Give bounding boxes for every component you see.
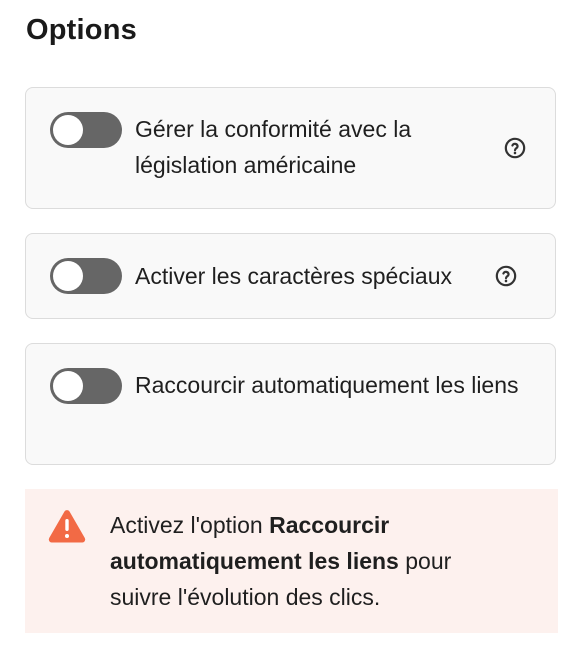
toggle-knob: [53, 261, 83, 291]
alert-text-before: Activez l'option: [110, 512, 270, 538]
page-title: Options: [26, 14, 137, 46]
toggle-knob: [53, 371, 83, 401]
toggle-knob: [53, 115, 83, 145]
us-compliance-toggle[interactable]: [50, 112, 122, 148]
auto-shorten-links-toggle[interactable]: [50, 368, 122, 404]
option-card-special-characters: Activer les caractères spéciaux: [25, 233, 556, 319]
us-compliance-label: Gérer la conformité avec la législation …: [135, 116, 412, 178]
alert-message: Activez l'option Raccourcir automatiquem…: [110, 507, 510, 615]
question-circle-icon[interactable]: [495, 265, 517, 287]
special-characters-toggle[interactable]: [50, 258, 122, 294]
option-card-us-compliance: Gérer la conformité avec la législation …: [25, 87, 556, 209]
warning-triangle-icon: [48, 510, 86, 543]
auto-shorten-links-label: Raccourcir automatiquement les liens: [135, 372, 519, 398]
info-alert: Activez l'option Raccourcir automatiquem…: [25, 489, 558, 633]
special-characters-label: Activer les caractères spéciaux: [135, 263, 453, 289]
option-card-auto-shorten-links: Raccourcir automatiquement les liens: [25, 343, 556, 465]
question-circle-icon[interactable]: [504, 137, 526, 159]
